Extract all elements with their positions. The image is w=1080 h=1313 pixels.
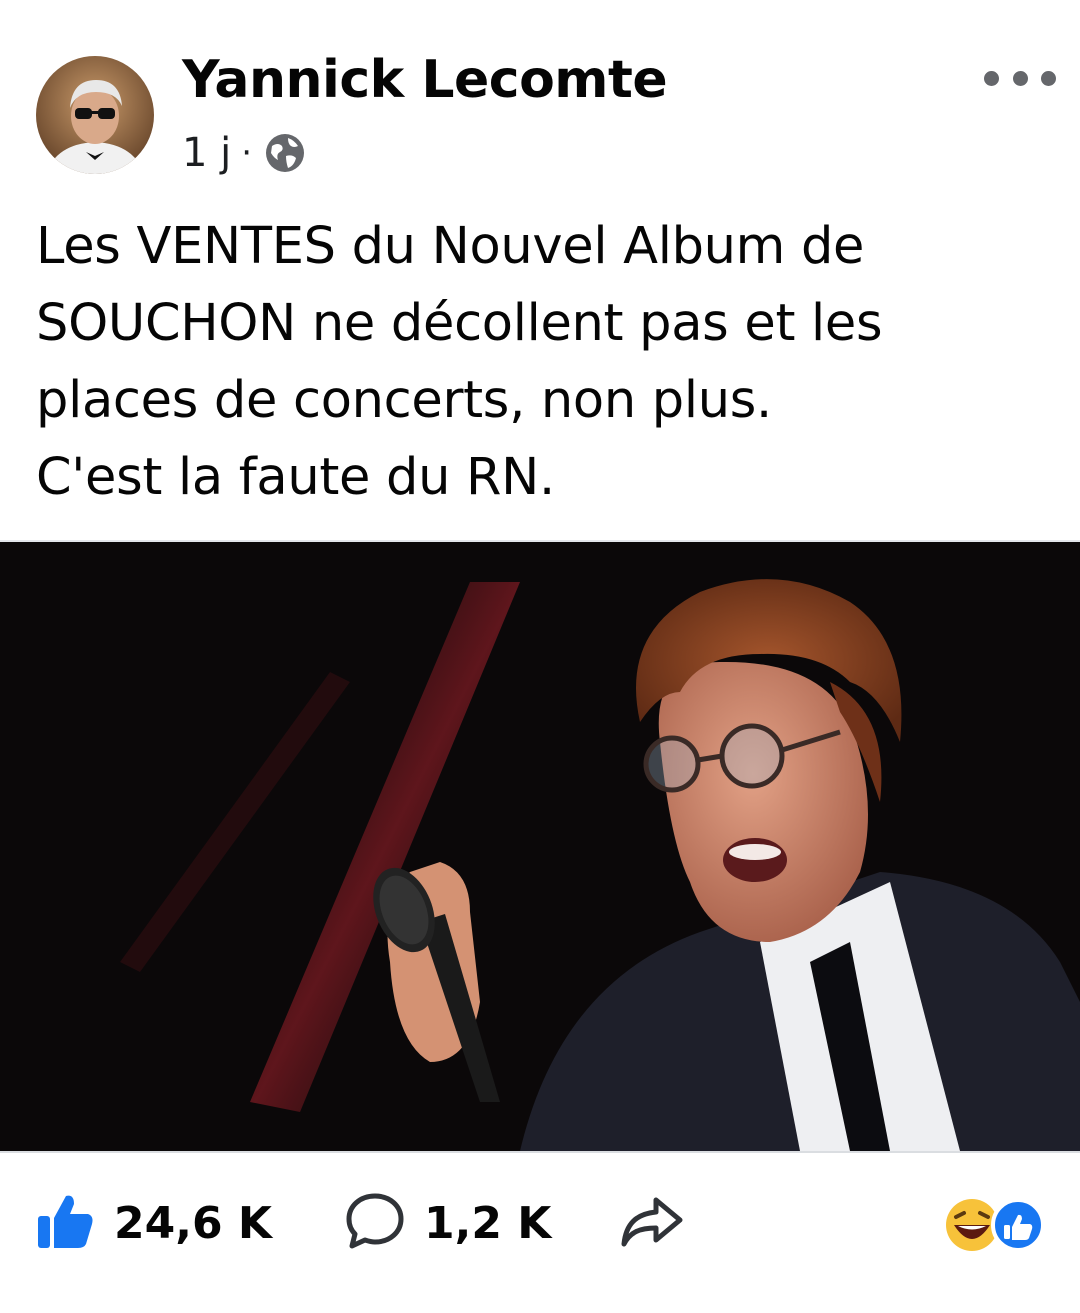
share-arrow-icon: [620, 1190, 686, 1257]
comment-button[interactable]: 1,2 K: [344, 1191, 551, 1255]
like-reaction-icon: [991, 1198, 1045, 1252]
comment-count: 1,2 K: [424, 1197, 552, 1249]
post-text-line: Les VENTES du Nouvel Album de: [36, 217, 865, 276]
post-time[interactable]: 1 j: [182, 130, 231, 176]
post-text-line: places de concerts, non plus.: [36, 371, 772, 430]
more-dot: [1041, 70, 1056, 86]
like-button[interactable]: 24,6 K: [34, 1191, 272, 1255]
author-name[interactable]: Yannick Lecomte: [182, 50, 668, 110]
share-button[interactable]: [620, 1191, 686, 1255]
globe-icon: [264, 132, 306, 174]
post-actions: 24,6 K 1,2 K: [0, 1151, 1080, 1313]
more-horizontal-icon: [984, 70, 999, 86]
post-text: Les VENTES du Nouvel Album de SOUCHON ne…: [36, 208, 1046, 516]
post-meta: 1 j ·: [182, 128, 306, 178]
meta-separator: ·: [241, 133, 253, 173]
post-photo[interactable]: [0, 540, 1080, 1151]
post-text-line: SOUCHON ne décollent pas et les: [36, 294, 883, 353]
post-header: Yannick Lecomte 1 j ·: [0, 0, 1080, 200]
like-count: 24,6 K: [114, 1197, 272, 1249]
comment-bubble-icon: [344, 1190, 406, 1257]
more-options-button[interactable]: [984, 58, 1056, 98]
thumbs-up-icon: [34, 1190, 96, 1257]
reaction-summary[interactable]: [944, 1197, 1048, 1253]
laughing-emoji-icon: [946, 1199, 998, 1251]
post-text-line: C'est la faute du RN.: [36, 448, 555, 507]
author-avatar[interactable]: [36, 56, 154, 174]
more-dot: [1012, 70, 1028, 86]
